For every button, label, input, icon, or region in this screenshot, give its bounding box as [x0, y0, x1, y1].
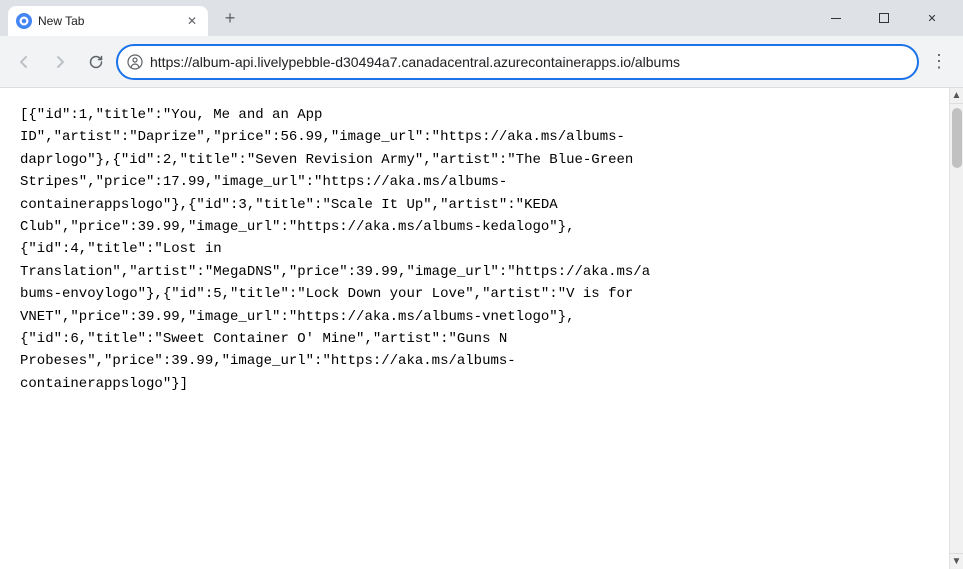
title-bar: New Tab ✕ + ✕ [0, 0, 963, 36]
tab-favicon [16, 13, 32, 29]
tab-close-button[interactable]: ✕ [184, 13, 200, 29]
forward-button[interactable] [44, 46, 76, 78]
close-button[interactable]: ✕ [909, 0, 955, 36]
scroll-down-button[interactable]: ▼ [950, 553, 963, 569]
tab-title: New Tab [38, 14, 178, 28]
scrollbar-thumb[interactable] [952, 108, 962, 168]
minimize-button[interactable] [813, 0, 859, 36]
scroll-up-button[interactable]: ▲ [950, 88, 963, 104]
json-content: [{"id":1,"title":"You, Me and an App ID"… [0, 88, 949, 569]
url-input[interactable] [150, 54, 909, 70]
scrollbar-track[interactable] [950, 104, 963, 553]
active-tab[interactable]: New Tab ✕ [8, 6, 208, 36]
security-icon [126, 53, 144, 71]
address-bar[interactable] [116, 44, 919, 80]
reload-button[interactable] [80, 46, 112, 78]
tab-container: New Tab ✕ [8, 0, 208, 36]
vertical-scrollbar[interactable]: ▲ ▼ [949, 88, 963, 569]
maximize-button[interactable] [861, 0, 907, 36]
content-area: [{"id":1,"title":"You, Me and an App ID"… [0, 88, 963, 569]
title-bar-left: New Tab ✕ + [8, 0, 813, 36]
back-button[interactable] [8, 46, 40, 78]
new-tab-button[interactable]: + [216, 4, 244, 32]
window-controls: ✕ [813, 0, 955, 36]
chrome-menu-button[interactable]: ⋮ [923, 46, 955, 78]
browser-toolbar: ⋮ [0, 36, 963, 88]
